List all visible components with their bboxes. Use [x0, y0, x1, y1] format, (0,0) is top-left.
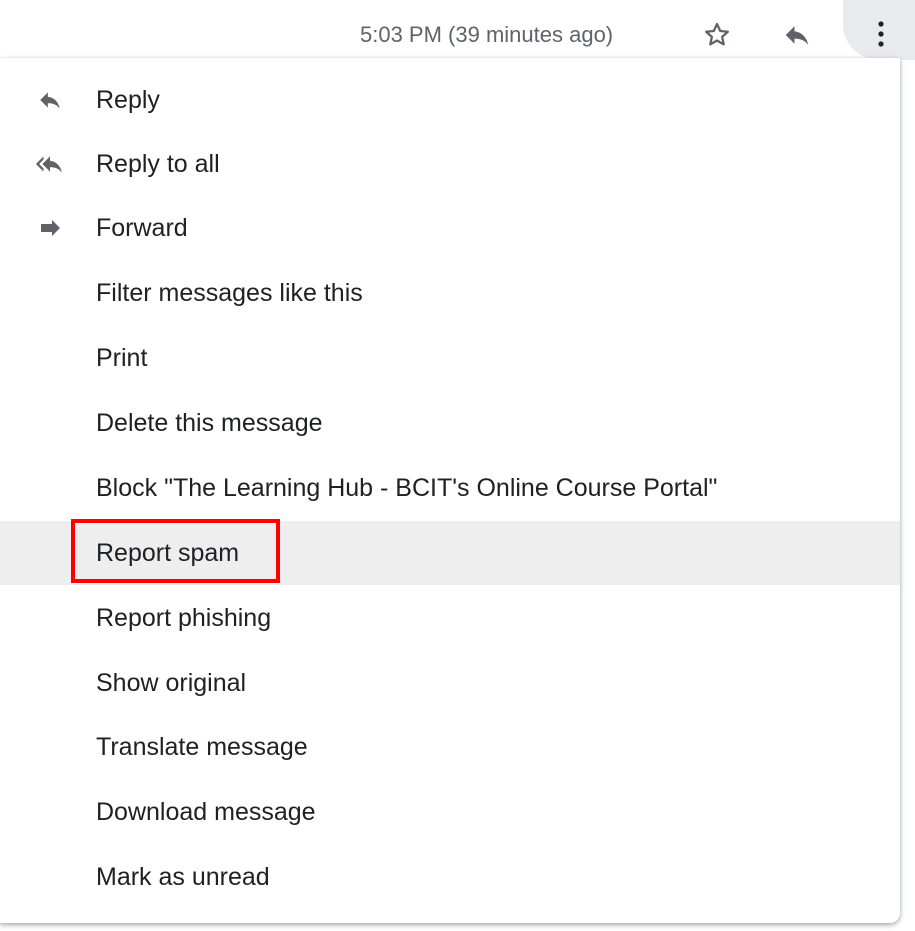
menu-item-label: Report spam — [96, 538, 240, 567]
message-actions-menu: Reply Reply to all Forward Filter messag… — [0, 58, 900, 923]
reply-icon — [785, 26, 809, 45]
menu-item-block[interactable]: Block "The Learning Hub - BCIT's Online … — [0, 456, 900, 520]
menu-item-mark-unread[interactable]: Mark as unread — [0, 845, 900, 909]
menu-item-label: Print — [96, 343, 148, 372]
menu-item-translate[interactable]: Translate message — [0, 715, 900, 779]
message-header: 5:03 PM (39 minutes ago) — [0, 0, 915, 60]
menu-item-report-phishing[interactable]: Report phishing — [0, 586, 900, 650]
menu-item-show-original[interactable]: Show original — [0, 651, 900, 715]
forward-icon — [30, 213, 70, 243]
menu-item-report-spam[interactable]: Report spam — [0, 521, 900, 585]
menu-item-print[interactable]: Print — [0, 326, 900, 390]
menu-item-label: Reply to all — [96, 149, 220, 178]
more-vert-icon — [878, 21, 884, 47]
menu-item-label: Block "The Learning Hub - BCIT's Online … — [96, 473, 718, 502]
menu-item-label: Download message — [96, 797, 316, 826]
menu-item-label: Report phishing — [96, 603, 272, 632]
menu-item-label: Filter messages like this — [96, 278, 363, 307]
menu-item-label: Mark as unread — [96, 862, 270, 891]
background-edge — [903, 60, 915, 931]
message-timestamp: 5:03 PM (39 minutes ago) — [360, 22, 614, 47]
more-options-button[interactable] — [843, 0, 915, 60]
menu-item-label: Show original — [96, 668, 247, 697]
menu-item-label: Translate message — [96, 732, 308, 761]
menu-item-forward[interactable]: Forward — [0, 196, 900, 260]
menu-item-reply[interactable]: Reply — [0, 68, 900, 132]
reply-button[interactable] — [780, 18, 814, 52]
reply-icon — [30, 85, 70, 115]
menu-item-label: Reply — [96, 85, 160, 114]
menu-item-reply-all[interactable]: Reply to all — [0, 132, 900, 196]
menu-item-filter[interactable]: Filter messages like this — [0, 261, 900, 325]
reply-all-icon — [30, 149, 70, 179]
star-button[interactable] — [700, 18, 734, 52]
star-icon — [705, 22, 729, 46]
menu-item-download[interactable]: Download message — [0, 780, 900, 844]
menu-item-label: Delete this message — [96, 408, 323, 437]
menu-item-label: Forward — [96, 213, 188, 242]
menu-item-delete[interactable]: Delete this message — [0, 391, 900, 455]
